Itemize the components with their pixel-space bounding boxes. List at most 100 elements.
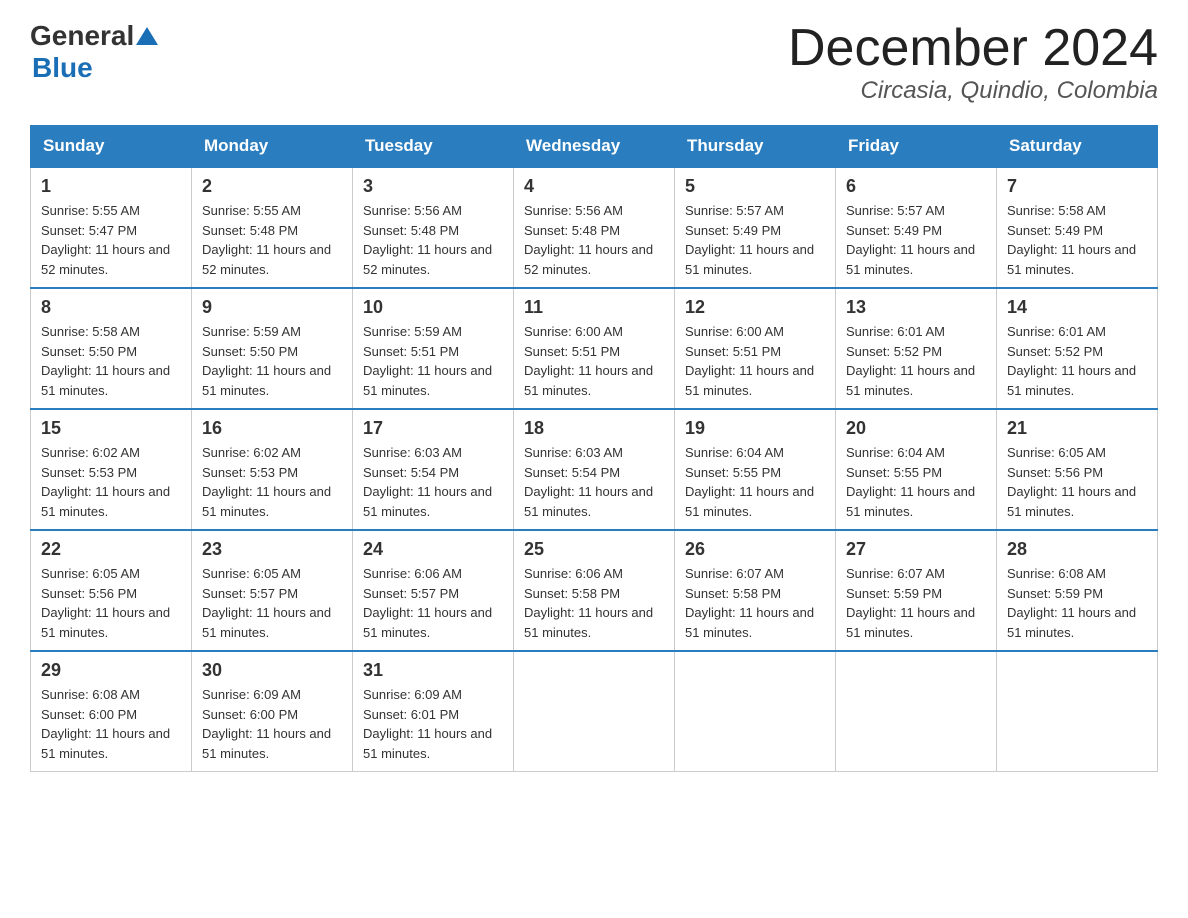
- calendar-cell: 21 Sunrise: 6:05 AM Sunset: 5:56 PM Dayl…: [997, 409, 1158, 530]
- logo: General Blue: [30, 20, 158, 84]
- day-info: Sunrise: 6:04 AM Sunset: 5:55 PM Dayligh…: [685, 443, 825, 521]
- calendar-cell: 25 Sunrise: 6:06 AM Sunset: 5:58 PM Dayl…: [514, 530, 675, 651]
- sunset-label: Sunset: 6:00 PM: [41, 707, 137, 722]
- calendar-cell: 19 Sunrise: 6:04 AM Sunset: 5:55 PM Dayl…: [675, 409, 836, 530]
- daylight-label: Daylight: 11 hours and 51 minutes.: [363, 363, 492, 398]
- sunset-label: Sunset: 5:48 PM: [202, 223, 298, 238]
- day-number: 30: [202, 660, 342, 681]
- location-subtitle: Circasia, Quindio, Colombia: [788, 77, 1158, 105]
- sunrise-label: Sunrise: 6:05 AM: [41, 566, 140, 581]
- sunrise-label: Sunrise: 6:04 AM: [846, 445, 945, 460]
- sunrise-label: Sunrise: 5:55 AM: [41, 203, 140, 218]
- daylight-label: Daylight: 11 hours and 51 minutes.: [202, 605, 331, 640]
- day-info: Sunrise: 5:56 AM Sunset: 5:48 PM Dayligh…: [524, 201, 664, 279]
- sunset-label: Sunset: 5:54 PM: [363, 465, 459, 480]
- calendar-cell: 8 Sunrise: 5:58 AM Sunset: 5:50 PM Dayli…: [31, 288, 192, 409]
- day-number: 20: [846, 418, 986, 439]
- calendar-cell: [675, 651, 836, 772]
- sunrise-label: Sunrise: 6:08 AM: [1007, 566, 1106, 581]
- calendar-cell: 13 Sunrise: 6:01 AM Sunset: 5:52 PM Dayl…: [836, 288, 997, 409]
- day-number: 23: [202, 539, 342, 560]
- calendar-table: Sunday Monday Tuesday Wednesday Thursday…: [30, 125, 1158, 772]
- sunrise-label: Sunrise: 6:06 AM: [524, 566, 623, 581]
- calendar-cell: [514, 651, 675, 772]
- sunrise-label: Sunrise: 5:59 AM: [202, 324, 301, 339]
- daylight-label: Daylight: 11 hours and 51 minutes.: [202, 363, 331, 398]
- day-info: Sunrise: 6:08 AM Sunset: 6:00 PM Dayligh…: [41, 685, 181, 763]
- calendar-cell: 18 Sunrise: 6:03 AM Sunset: 5:54 PM Dayl…: [514, 409, 675, 530]
- calendar-cell: 27 Sunrise: 6:07 AM Sunset: 5:59 PM Dayl…: [836, 530, 997, 651]
- sunset-label: Sunset: 5:57 PM: [363, 586, 459, 601]
- sunset-label: Sunset: 5:50 PM: [202, 344, 298, 359]
- day-info: Sunrise: 6:03 AM Sunset: 5:54 PM Dayligh…: [524, 443, 664, 521]
- day-info: Sunrise: 6:00 AM Sunset: 5:51 PM Dayligh…: [524, 322, 664, 400]
- sunrise-label: Sunrise: 6:05 AM: [1007, 445, 1106, 460]
- daylight-label: Daylight: 11 hours and 51 minutes.: [41, 605, 170, 640]
- day-info: Sunrise: 6:03 AM Sunset: 5:54 PM Dayligh…: [363, 443, 503, 521]
- daylight-label: Daylight: 11 hours and 51 minutes.: [363, 605, 492, 640]
- col-header-tuesday: Tuesday: [353, 126, 514, 168]
- sunrise-label: Sunrise: 6:06 AM: [363, 566, 462, 581]
- calendar-cell: 29 Sunrise: 6:08 AM Sunset: 6:00 PM Dayl…: [31, 651, 192, 772]
- daylight-label: Daylight: 11 hours and 51 minutes.: [363, 726, 492, 761]
- sunrise-label: Sunrise: 6:00 AM: [524, 324, 623, 339]
- day-number: 14: [1007, 297, 1147, 318]
- daylight-label: Daylight: 11 hours and 52 minutes.: [363, 242, 492, 277]
- calendar-cell: 14 Sunrise: 6:01 AM Sunset: 5:52 PM Dayl…: [997, 288, 1158, 409]
- day-number: 28: [1007, 539, 1147, 560]
- calendar-cell: 15 Sunrise: 6:02 AM Sunset: 5:53 PM Dayl…: [31, 409, 192, 530]
- calendar-cell: 4 Sunrise: 5:56 AM Sunset: 5:48 PM Dayli…: [514, 167, 675, 288]
- sunrise-label: Sunrise: 6:01 AM: [1007, 324, 1106, 339]
- sunrise-label: Sunrise: 6:07 AM: [846, 566, 945, 581]
- day-info: Sunrise: 6:08 AM Sunset: 5:59 PM Dayligh…: [1007, 564, 1147, 642]
- day-info: Sunrise: 6:00 AM Sunset: 5:51 PM Dayligh…: [685, 322, 825, 400]
- calendar-week-1: 1 Sunrise: 5:55 AM Sunset: 5:47 PM Dayli…: [31, 167, 1158, 288]
- sunset-label: Sunset: 5:55 PM: [685, 465, 781, 480]
- day-info: Sunrise: 6:05 AM Sunset: 5:56 PM Dayligh…: [1007, 443, 1147, 521]
- sunrise-label: Sunrise: 6:08 AM: [41, 687, 140, 702]
- day-number: 5: [685, 176, 825, 197]
- sunset-label: Sunset: 5:48 PM: [524, 223, 620, 238]
- sunset-label: Sunset: 5:59 PM: [1007, 586, 1103, 601]
- sunrise-label: Sunrise: 5:58 AM: [41, 324, 140, 339]
- day-info: Sunrise: 5:57 AM Sunset: 5:49 PM Dayligh…: [685, 201, 825, 279]
- calendar-week-3: 15 Sunrise: 6:02 AM Sunset: 5:53 PM Dayl…: [31, 409, 1158, 530]
- day-info: Sunrise: 5:58 AM Sunset: 5:50 PM Dayligh…: [41, 322, 181, 400]
- daylight-label: Daylight: 11 hours and 51 minutes.: [1007, 242, 1136, 277]
- day-number: 4: [524, 176, 664, 197]
- calendar-cell: [836, 651, 997, 772]
- sunrise-label: Sunrise: 6:04 AM: [685, 445, 784, 460]
- calendar-cell: 30 Sunrise: 6:09 AM Sunset: 6:00 PM Dayl…: [192, 651, 353, 772]
- sunrise-label: Sunrise: 6:09 AM: [363, 687, 462, 702]
- page-header: General Blue December 2024 Circasia, Qui…: [30, 20, 1158, 105]
- day-info: Sunrise: 6:02 AM Sunset: 5:53 PM Dayligh…: [41, 443, 181, 521]
- calendar-cell: 1 Sunrise: 5:55 AM Sunset: 5:47 PM Dayli…: [31, 167, 192, 288]
- sunrise-label: Sunrise: 5:55 AM: [202, 203, 301, 218]
- sunrise-label: Sunrise: 6:03 AM: [363, 445, 462, 460]
- sunrise-label: Sunrise: 6:00 AM: [685, 324, 784, 339]
- day-info: Sunrise: 6:05 AM Sunset: 5:56 PM Dayligh…: [41, 564, 181, 642]
- daylight-label: Daylight: 11 hours and 52 minutes.: [524, 242, 653, 277]
- calendar-cell: 22 Sunrise: 6:05 AM Sunset: 5:56 PM Dayl…: [31, 530, 192, 651]
- day-number: 19: [685, 418, 825, 439]
- day-number: 31: [363, 660, 503, 681]
- daylight-label: Daylight: 11 hours and 51 minutes.: [363, 484, 492, 519]
- day-number: 1: [41, 176, 181, 197]
- calendar-cell: 2 Sunrise: 5:55 AM Sunset: 5:48 PM Dayli…: [192, 167, 353, 288]
- sunset-label: Sunset: 5:47 PM: [41, 223, 137, 238]
- calendar-cell: 17 Sunrise: 6:03 AM Sunset: 5:54 PM Dayl…: [353, 409, 514, 530]
- calendar-cell: 20 Sunrise: 6:04 AM Sunset: 5:55 PM Dayl…: [836, 409, 997, 530]
- day-info: Sunrise: 5:56 AM Sunset: 5:48 PM Dayligh…: [363, 201, 503, 279]
- daylight-label: Daylight: 11 hours and 51 minutes.: [524, 363, 653, 398]
- day-number: 24: [363, 539, 503, 560]
- sunrise-label: Sunrise: 5:56 AM: [363, 203, 462, 218]
- day-info: Sunrise: 5:58 AM Sunset: 5:49 PM Dayligh…: [1007, 201, 1147, 279]
- day-number: 12: [685, 297, 825, 318]
- day-number: 25: [524, 539, 664, 560]
- day-number: 22: [41, 539, 181, 560]
- daylight-label: Daylight: 11 hours and 51 minutes.: [685, 363, 814, 398]
- calendar-week-5: 29 Sunrise: 6:08 AM Sunset: 6:00 PM Dayl…: [31, 651, 1158, 772]
- sunrise-label: Sunrise: 6:09 AM: [202, 687, 301, 702]
- daylight-label: Daylight: 11 hours and 51 minutes.: [685, 484, 814, 519]
- sunset-label: Sunset: 5:56 PM: [41, 586, 137, 601]
